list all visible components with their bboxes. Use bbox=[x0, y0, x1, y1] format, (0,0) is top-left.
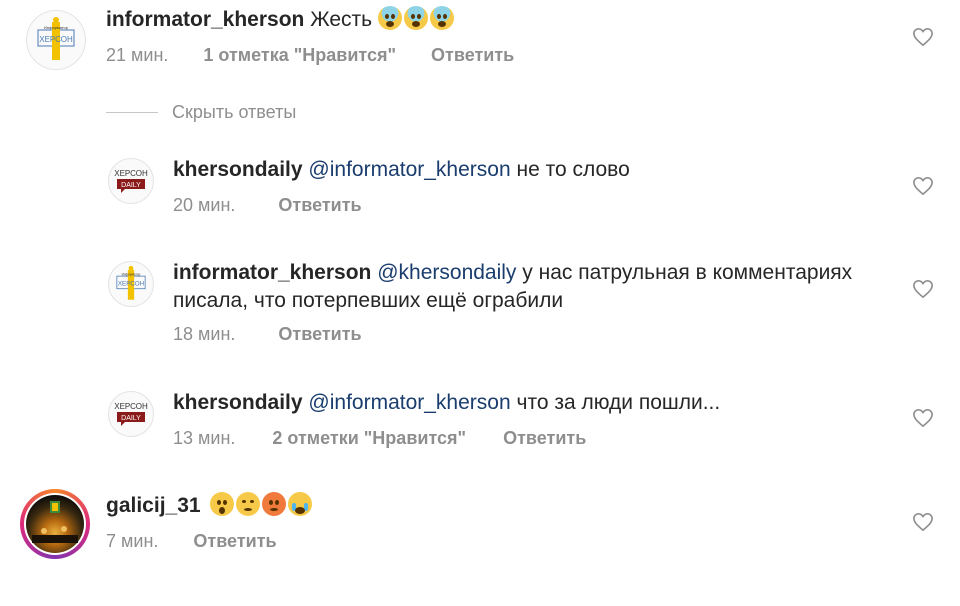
avatar[interactable]: ХЕРСОН Информатор bbox=[26, 10, 86, 70]
username[interactable]: informator_kherson bbox=[106, 8, 304, 31]
khersondaily-logo-icon: ХЕРСОН DAILY bbox=[114, 169, 148, 193]
timestamp: 20 мин. bbox=[173, 195, 236, 215]
reply-button[interactable]: Ответить bbox=[278, 324, 361, 345]
informator-logo-icon: ХЕРСОН Информатор bbox=[116, 265, 146, 300]
comment-body: Жесть bbox=[310, 8, 373, 31]
svg-text:Информатор: Информатор bbox=[44, 25, 69, 30]
avatar bbox=[24, 493, 86, 555]
likes-count[interactable]: 2 отметки "Нравится" bbox=[272, 428, 466, 449]
reply-meta: 18 мин. Ответить bbox=[173, 324, 362, 345]
username[interactable]: khersondaily bbox=[173, 391, 303, 414]
reply-body-continued: писала, что потерпевших ещё ограбили bbox=[173, 289, 564, 312]
hide-replies-button[interactable]: Скрыть ответы bbox=[106, 100, 296, 124]
fearful-face-icon bbox=[403, 6, 428, 30]
svg-text:Информатор: Информатор bbox=[122, 272, 141, 276]
username[interactable]: khersondaily bbox=[173, 158, 303, 181]
heart-outline-icon[interactable] bbox=[912, 279, 934, 299]
fearful-face-icon bbox=[429, 6, 454, 30]
divider bbox=[106, 111, 158, 113]
reply-text: khersondaily @informator_kherson что за … bbox=[173, 389, 720, 417]
reply-text: informator_kherson @khersondaily у нас п… bbox=[173, 259, 893, 315]
svg-text:ХЕРСОН: ХЕРСОН bbox=[39, 35, 73, 44]
username[interactable]: galicij_31 bbox=[106, 494, 201, 517]
informator-logo-icon: ХЕРСОН Информатор bbox=[37, 17, 75, 60]
frowning-face-icon bbox=[262, 492, 287, 516]
username[interactable]: informator_kherson bbox=[173, 261, 371, 284]
trident-emblem-icon bbox=[32, 501, 78, 543]
svg-text:DAILY: DAILY bbox=[121, 182, 141, 189]
reply-button[interactable]: Ответить bbox=[278, 195, 361, 216]
avatar[interactable]: ХЕРСОН Информатор bbox=[108, 261, 154, 307]
svg-text:DAILY: DAILY bbox=[121, 415, 141, 422]
comment-meta: 21 мин. 1 отметка "Нравится" Ответить bbox=[106, 45, 514, 66]
avatar[interactable]: ХЕРСОН DAILY bbox=[108, 391, 154, 437]
heart-outline-icon[interactable] bbox=[912, 27, 934, 47]
avatar-photo bbox=[26, 495, 84, 553]
timestamp: 18 мин. bbox=[173, 324, 236, 344]
reply-body: у нас патрульная в комментариях bbox=[522, 261, 853, 284]
svg-text:ХЕРСОН: ХЕРСОН bbox=[114, 402, 148, 411]
avatar-story-ring[interactable] bbox=[20, 489, 90, 559]
confounded-face-icon bbox=[236, 492, 261, 516]
reply-button[interactable]: Ответить bbox=[431, 45, 514, 66]
heart-outline-icon[interactable] bbox=[912, 512, 934, 532]
reply-text: khersondaily @informator_kherson не то с… bbox=[173, 156, 630, 184]
crying-face-icon bbox=[288, 492, 313, 516]
reply-meta: 13 мин. 2 отметки "Нравится" Ответить bbox=[173, 428, 586, 449]
timestamp: 21 мин. bbox=[106, 45, 169, 65]
khersondaily-logo-icon: ХЕРСОН DAILY bbox=[114, 402, 148, 426]
mention-link[interactable]: @informator_kherson bbox=[308, 158, 510, 181]
avatar[interactable]: ХЕРСОН DAILY bbox=[108, 158, 154, 204]
svg-text:ХЕРСОН: ХЕРСОН bbox=[118, 281, 145, 288]
reply-button[interactable]: Ответить bbox=[503, 428, 586, 449]
comment-text: galicij_31 bbox=[106, 492, 314, 520]
likes-count[interactable]: 1 отметка "Нравится" bbox=[203, 45, 396, 66]
timestamp: 7 мин. bbox=[106, 531, 159, 551]
svg-text:ХЕРСОН: ХЕРСОН bbox=[114, 169, 148, 178]
comment-meta: 7 мин. Ответить bbox=[106, 531, 277, 552]
reply-meta: 20 мин. Ответить bbox=[173, 195, 362, 216]
reply-button[interactable]: Ответить bbox=[193, 531, 276, 552]
heart-outline-icon[interactable] bbox=[912, 176, 934, 196]
comment-text: informator_kherson Жесть bbox=[106, 6, 456, 34]
reply-body: не то слово bbox=[516, 158, 630, 181]
astonished-face-icon bbox=[210, 492, 235, 516]
reply-body: что за люди пошли... bbox=[516, 391, 721, 414]
mention-link[interactable]: @informator_kherson bbox=[308, 391, 510, 414]
fearful-face-icon bbox=[377, 6, 402, 30]
timestamp: 13 мин. bbox=[173, 428, 236, 448]
mention-link[interactable]: @khersondaily bbox=[377, 261, 516, 284]
hide-replies-label: Скрыть ответы bbox=[172, 101, 297, 122]
heart-outline-icon[interactable] bbox=[912, 408, 934, 428]
